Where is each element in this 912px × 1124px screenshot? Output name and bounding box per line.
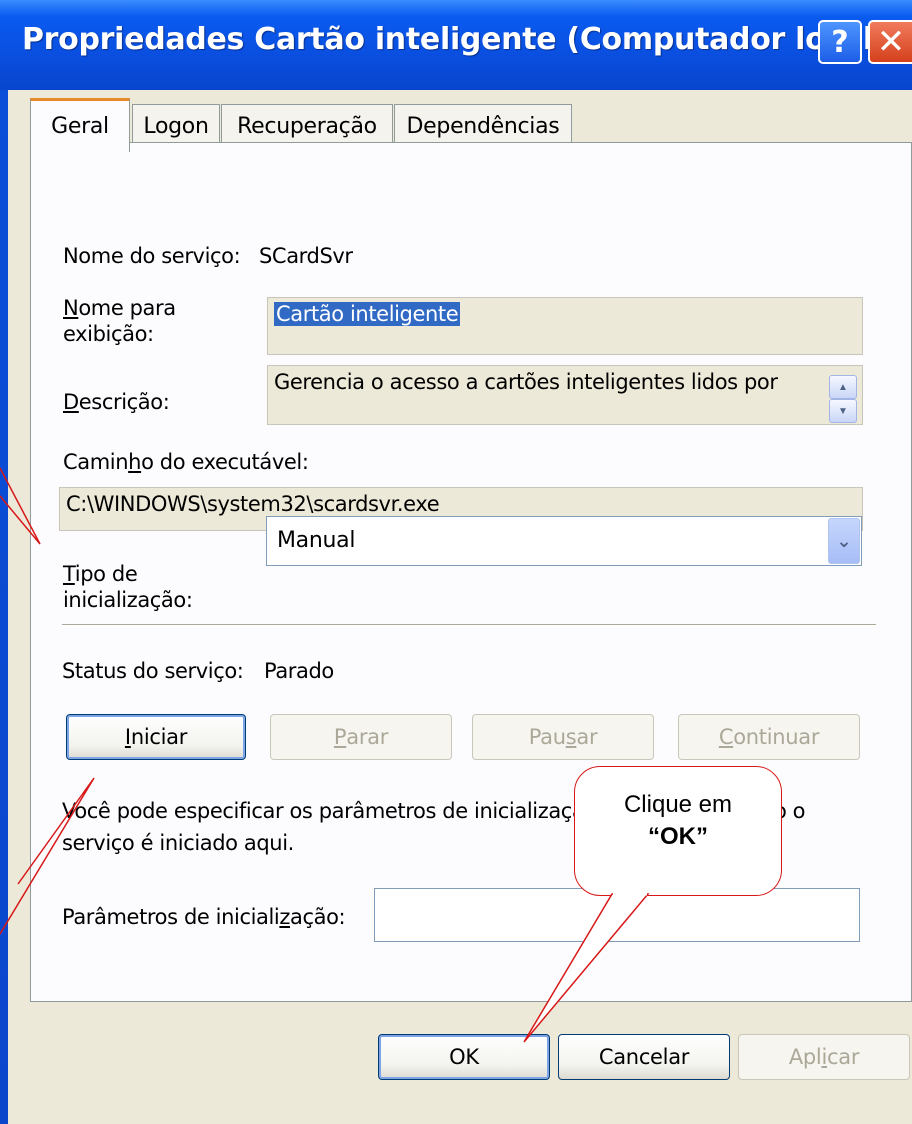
display-name-label: Nome para bbox=[63, 296, 176, 320]
description-field[interactable]: Gerencia o acesso a cartões inteligentes… bbox=[267, 365, 863, 425]
separator bbox=[62, 624, 876, 626]
ok-button[interactable]: OK bbox=[378, 1034, 550, 1080]
ok-label: OK bbox=[449, 1045, 479, 1069]
tab-label: Logon bbox=[143, 114, 209, 139]
start-button[interactable]: Iniciar bbox=[66, 714, 246, 760]
apply-button[interactable]: Apl i car bbox=[738, 1034, 910, 1080]
startup-type-label-line2: inicialização: bbox=[63, 588, 193, 612]
title-bar[interactable]: Propriedades Cartão inteligente (Computa… bbox=[0, 0, 912, 90]
dialog-client-area: Geral Logon Recuperação Dependências Nom… bbox=[8, 90, 912, 1124]
status-value: Parado bbox=[264, 659, 334, 683]
callout-text-line2: “OK” bbox=[648, 823, 708, 850]
cancel-label: Cancelar bbox=[598, 1045, 690, 1069]
cancel-button[interactable]: Cancelar bbox=[558, 1034, 730, 1080]
tab-label: Geral bbox=[51, 114, 109, 139]
scroll-up-button[interactable]: ▲ bbox=[829, 375, 857, 399]
service-properties-window: Propriedades Cartão inteligente (Computa… bbox=[0, 0, 912, 1124]
stop-button[interactable]: Parar bbox=[270, 714, 452, 760]
description-label: Descrição: bbox=[63, 390, 170, 414]
tab-label: Recuperação bbox=[237, 114, 377, 139]
exec-path-label: Caminho do executável: bbox=[63, 450, 309, 474]
tab-label: Dependências bbox=[406, 114, 560, 139]
startup-type-label: Tipo de bbox=[63, 562, 138, 586]
startup-type-value: Manual bbox=[277, 528, 356, 553]
close-icon: ✕ bbox=[876, 22, 906, 62]
dropdown-button[interactable]: ⌄ bbox=[828, 518, 860, 564]
callout-text-line1: Clique em bbox=[623, 791, 733, 818]
window-title: Propriedades Cartão inteligente (Computa… bbox=[22, 22, 887, 57]
service-name-value: SCardSvr bbox=[259, 244, 353, 268]
ok-hint-callout: Clique em “OK” bbox=[574, 766, 782, 896]
display-name-field[interactable]: Cartão inteligente bbox=[267, 297, 863, 355]
display-name-label-line2: exibição: bbox=[63, 322, 154, 346]
status-label: Status do serviço: bbox=[62, 659, 244, 683]
help-icon: ? bbox=[831, 24, 849, 60]
continue-button[interactable]: Continuar bbox=[678, 714, 860, 760]
scroll-down-button[interactable]: ▼ bbox=[829, 399, 857, 423]
startup-type-select[interactable]: Manual ⌄ bbox=[266, 516, 862, 566]
close-button[interactable]: ✕ bbox=[868, 20, 912, 64]
service-name-label: Nome do serviço: bbox=[63, 244, 241, 268]
arrow-up-icon: ▲ bbox=[838, 381, 848, 393]
pause-button[interactable]: Pau s ar bbox=[472, 714, 654, 760]
arrow-down-icon: ▼ bbox=[838, 405, 848, 417]
info-text-line2: serviço é iniciado aqui. bbox=[62, 831, 294, 855]
tab-geral[interactable]: Geral bbox=[30, 98, 130, 152]
exec-path-value: C:\WINDOWS\system32\scardsvr.exe bbox=[66, 492, 440, 516]
chevron-down-icon: ⌄ bbox=[836, 530, 852, 551]
display-name-value: Cartão inteligente bbox=[274, 302, 461, 326]
help-button[interactable]: ? bbox=[818, 20, 862, 64]
description-value: Gerencia o acesso a cartões inteligentes… bbox=[274, 370, 778, 394]
start-params-input[interactable] bbox=[374, 888, 860, 942]
start-params-label: Parâmetros de inicialização: bbox=[62, 905, 346, 929]
